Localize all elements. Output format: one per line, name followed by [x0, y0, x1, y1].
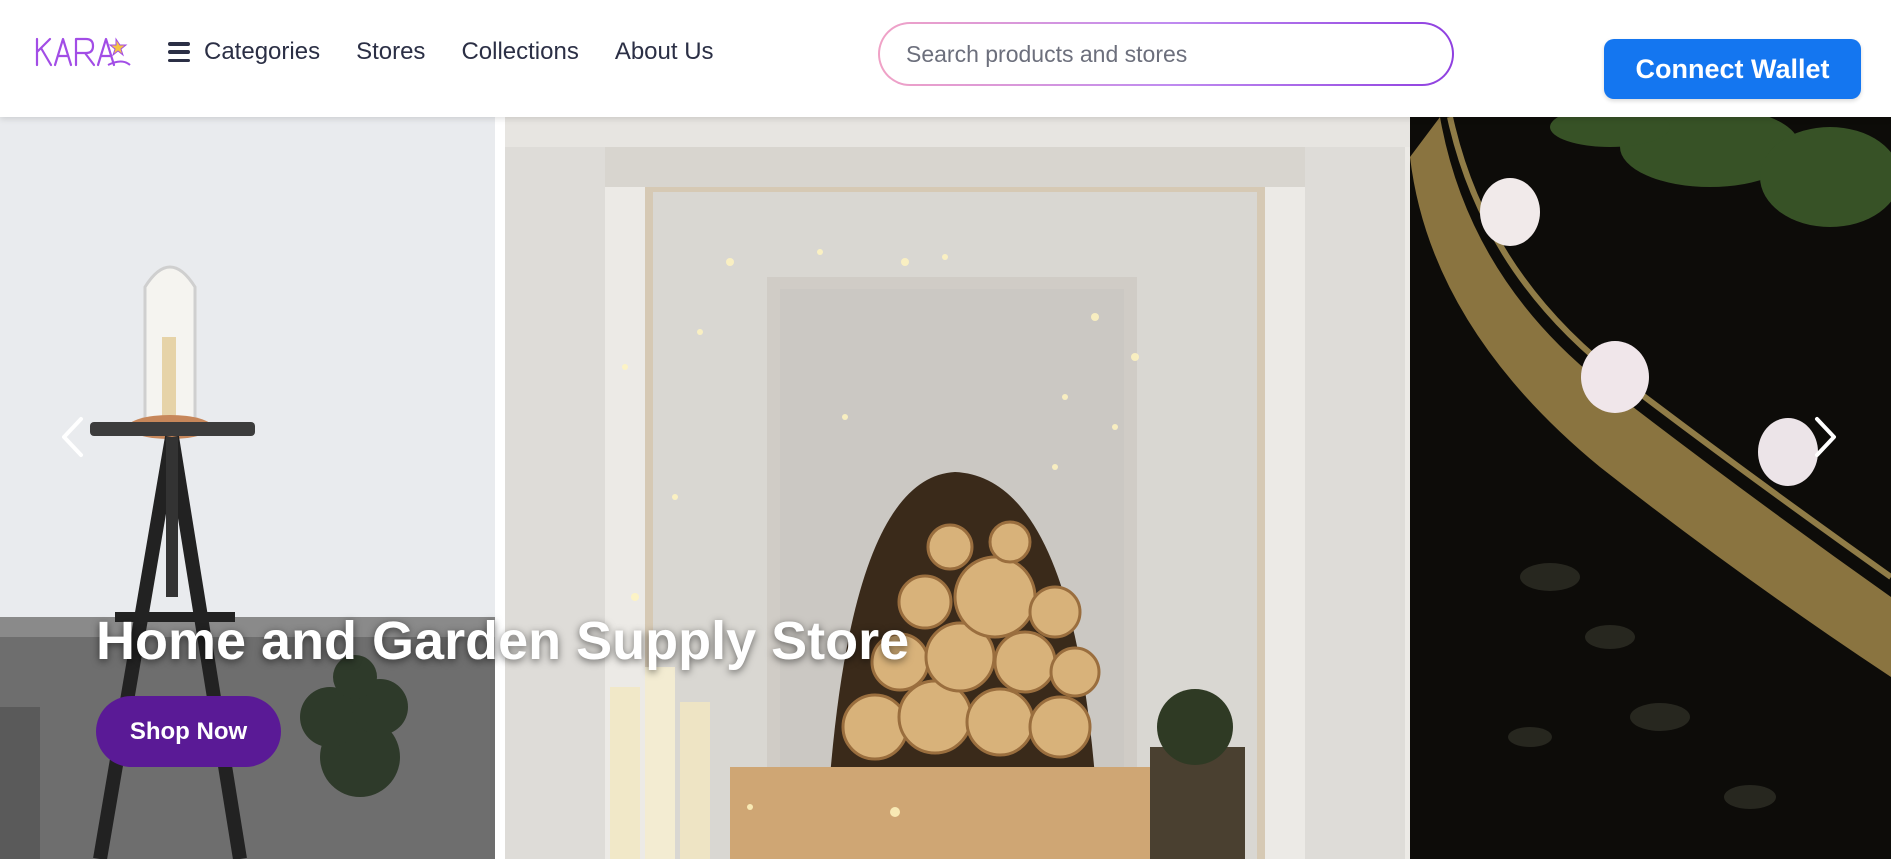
- shop-now-button[interactable]: Shop Now: [96, 696, 281, 767]
- kara-logo-mark: [35, 37, 131, 67]
- chevron-left-icon: [62, 417, 83, 457]
- kara-logo[interactable]: [34, 34, 132, 70]
- main-nav: Categories Stores Collections About Us: [168, 38, 750, 66]
- nav-about-us-label: About Us: [614, 38, 714, 65]
- search-input[interactable]: [880, 24, 1452, 84]
- top-header: Categories Stores Collections About Us C…: [0, 0, 1891, 117]
- connect-wallet-button[interactable]: Connect Wallet: [1604, 39, 1861, 99]
- hero-title: Home and Garden Supply Store: [96, 611, 910, 671]
- logo-star-icon: [108, 37, 128, 57]
- chevron-right-icon: [1815, 417, 1836, 457]
- nav-stores-label: Stores: [356, 38, 426, 65]
- menu-icon: [168, 42, 190, 62]
- nav-about-us[interactable]: About Us: [615, 38, 714, 66]
- search-inner: [880, 24, 1452, 84]
- nav-categories-label: Categories: [204, 38, 321, 65]
- carousel-next-button[interactable]: [1806, 412, 1846, 462]
- search-bar: [878, 22, 1454, 86]
- nav-stores[interactable]: Stores: [356, 38, 425, 66]
- nav-collections[interactable]: Collections: [461, 38, 578, 66]
- nav-collections-label: Collections: [461, 38, 579, 65]
- carousel-prev-button[interactable]: [52, 412, 92, 462]
- hero-image-tree-lights: [1410, 117, 1891, 859]
- nav-categories[interactable]: Categories: [168, 38, 320, 66]
- hero-carousel: Home and Garden Supply Store Shop Now: [0, 117, 1891, 859]
- hero-image-fireplace: [495, 117, 1410, 859]
